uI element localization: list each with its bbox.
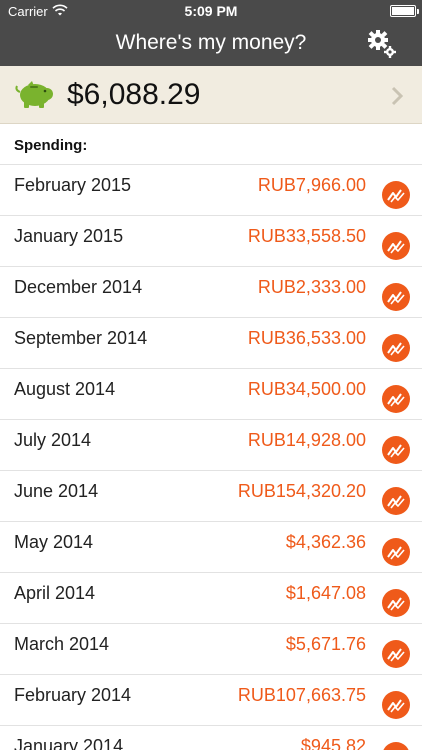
month-amount: $945.82 <box>300 736 366 750</box>
month-amount: RUB36,533.00 <box>247 328 366 348</box>
month-label: August 2014 <box>14 379 116 399</box>
trend-chart-icon[interactable] <box>382 742 410 750</box>
list-item[interactable]: July 2014 RUB14,928.00 <box>0 419 422 470</box>
month-amount: RUB2,333.00 <box>257 277 366 297</box>
nav-bar: Where's my money? <box>0 22 422 66</box>
trend-chart-icon[interactable] <box>382 181 410 209</box>
page-title: Where's my money? <box>115 31 307 54</box>
trend-chart-icon[interactable] <box>382 538 410 566</box>
month-label: March 2014 <box>14 634 110 654</box>
trend-chart-icon[interactable] <box>382 334 410 362</box>
list-item[interactable]: June 2014 RUB154,320.20 <box>0 470 422 521</box>
month-amount: $4,362.36 <box>285 532 366 552</box>
month-amount: RUB33,558.50 <box>247 226 366 246</box>
trend-chart-icon[interactable] <box>382 487 410 515</box>
trend-chart-icon[interactable] <box>382 640 410 668</box>
month-amount: RUB7,966.00 <box>257 175 366 195</box>
trend-chart-icon[interactable] <box>382 232 410 260</box>
list-item[interactable]: February 2014 RUB107,663.75 <box>0 674 422 725</box>
list-item[interactable]: April 2014 $1,647.08 <box>0 572 422 623</box>
list-item[interactable]: May 2014 $4,362.36 <box>0 521 422 572</box>
trend-chart-icon[interactable] <box>382 283 410 311</box>
month-label: July 2014 <box>14 430 92 450</box>
month-amount: RUB154,320.20 <box>237 481 366 501</box>
month-label: February 2014 <box>14 685 132 705</box>
list-item[interactable]: September 2014 RUB36,533.00 <box>0 317 422 368</box>
month-amount: $1,647.08 <box>285 583 366 603</box>
status-bar: Carrier 5:09 PM <box>0 0 422 22</box>
battery-icon <box>390 5 419 17</box>
piggy-bank-icon <box>12 79 56 111</box>
balance-amount: $6,088.29 <box>67 78 201 111</box>
list-item[interactable]: January 2014 $945.82 <box>0 725 422 750</box>
balance-row[interactable]: $6,088.29 <box>0 66 422 124</box>
trend-chart-icon[interactable] <box>382 691 410 719</box>
month-amount: RUB107,663.75 <box>237 685 366 705</box>
month-label: January 2015 <box>14 226 124 246</box>
month-label: April 2014 <box>14 583 96 603</box>
month-label: January 2014 <box>14 736 124 750</box>
spending-list: February 2015 RUB7,966.00 January 2015 RUB3… <box>0 164 422 750</box>
month-label: May 2014 <box>14 532 94 552</box>
gear-icon[interactable] <box>366 29 398 59</box>
trend-chart-icon[interactable] <box>382 385 410 413</box>
spending-heading: Spending: <box>14 137 88 154</box>
trend-chart-icon[interactable] <box>382 589 410 617</box>
month-label: June 2014 <box>14 481 99 501</box>
status-time: 5:09 PM <box>184 3 238 19</box>
month-label: February 2015 <box>14 175 132 195</box>
trend-chart-icon[interactable] <box>382 436 410 464</box>
month-label: December 2014 <box>14 277 143 297</box>
month-amount: RUB14,928.00 <box>247 430 366 450</box>
month-amount: $5,671.76 <box>285 634 366 654</box>
list-item[interactable]: February 2015 RUB7,966.00 <box>0 164 422 215</box>
list-item[interactable]: March 2014 $5,671.76 <box>0 623 422 674</box>
list-item[interactable]: August 2014 RUB34,500.00 <box>0 368 422 419</box>
month-amount: RUB34,500.00 <box>247 379 366 399</box>
list-item[interactable]: January 2015 RUB33,558.50 <box>0 215 422 266</box>
month-label: September 2014 <box>14 328 148 348</box>
chevron-right-icon <box>390 86 404 106</box>
list-item[interactable]: December 2014 RUB2,333.00 <box>0 266 422 317</box>
